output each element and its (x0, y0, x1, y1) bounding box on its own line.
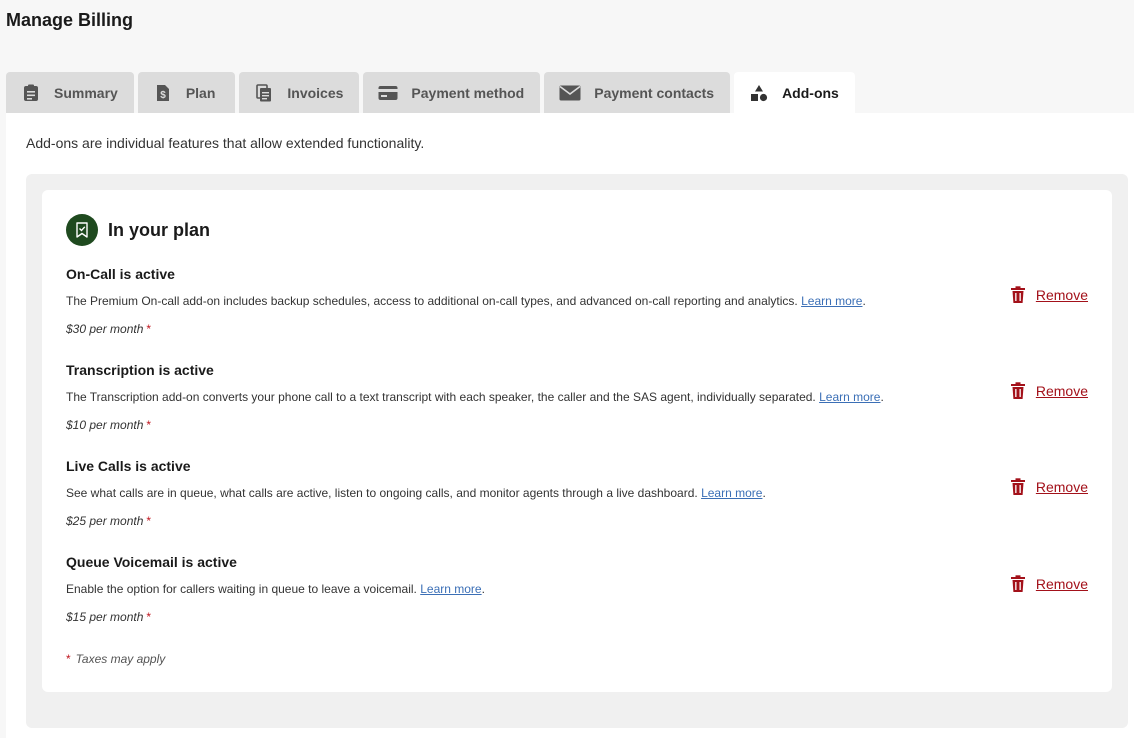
addon-price: $25 per month * (66, 514, 151, 528)
in-your-plan-card: In your plan On-Call is active The Premi… (42, 190, 1112, 692)
asterisk: * (146, 514, 152, 528)
price-text: $10 per month (66, 418, 144, 432)
addon-title: Queue Voicemail is active (66, 554, 237, 570)
tab-plan[interactable]: $ Plan (137, 72, 236, 113)
remove-button[interactable]: Remove (1010, 478, 1088, 496)
addon-price: $15 per month * (66, 610, 151, 624)
dollar-document-icon: $ (153, 83, 173, 103)
tax-note: * Taxes may apply (66, 652, 165, 666)
price-text: $25 per month (66, 514, 144, 528)
documents-icon (254, 83, 274, 103)
add-ons-container: In your plan On-Call is active The Premi… (26, 174, 1128, 728)
addon-description-text: The Transcription add-on converts your p… (66, 390, 816, 404)
intro-text: Add-ons are individual features that all… (26, 135, 425, 151)
billing-tabs: Summary $ Plan Invoices Payment method P… (6, 72, 859, 113)
trash-icon (1010, 286, 1026, 304)
tab-label: Payment method (411, 84, 525, 101)
addon-title: Live Calls is active (66, 458, 191, 474)
addon-description-text: Enable the option for callers waiting in… (66, 582, 417, 596)
tab-invoices[interactable]: Invoices (239, 72, 360, 113)
asterisk: * (146, 418, 152, 432)
learn-more-link[interactable]: Learn more (819, 390, 880, 404)
tax-note-text: Taxes may apply (75, 652, 166, 666)
envelope-icon (559, 83, 581, 103)
addon-description: The Transcription add-on converts your p… (66, 390, 884, 404)
price-text: $15 per month (66, 610, 144, 624)
learn-more-link[interactable]: Learn more (701, 486, 762, 500)
addon-description: Enable the option for callers waiting in… (66, 582, 485, 596)
price-text: $30 per month (66, 322, 144, 336)
remove-label: Remove (1035, 287, 1088, 303)
addon-price: $30 per month * (66, 322, 151, 336)
trash-icon (1010, 382, 1026, 400)
tab-summary[interactable]: Summary (6, 72, 134, 113)
learn-more-link[interactable]: Learn more (801, 294, 862, 308)
remove-button[interactable]: Remove (1010, 286, 1088, 304)
remove-button[interactable]: Remove (1010, 382, 1088, 400)
clipboard-list-icon (21, 83, 41, 103)
credit-card-icon (378, 83, 398, 103)
tab-label: Add-ons (782, 84, 839, 101)
addon-queue-voicemail: Queue Voicemail is active Enable the opt… (66, 554, 1088, 644)
svg-text:$: $ (160, 90, 166, 101)
addon-on-call: On-Call is active The Premium On-call ad… (66, 266, 1088, 356)
card-title: In your plan (108, 219, 211, 240)
trash-icon (1010, 478, 1026, 496)
addon-title: On-Call is active (66, 266, 175, 282)
addon-description-text: The Premium On-call add-on includes back… (66, 294, 798, 308)
remove-button[interactable]: Remove (1010, 575, 1088, 593)
page-title: Manage Billing (6, 10, 134, 30)
card-header: In your plan (66, 214, 210, 246)
remove-label: Remove (1035, 576, 1088, 592)
add-ons-panel: Add-ons are individual features that all… (6, 113, 1134, 738)
trash-icon (1010, 575, 1026, 593)
shapes-icon (749, 83, 769, 103)
tab-add-ons[interactable]: Add-ons (734, 72, 855, 113)
tab-label: Plan (185, 84, 216, 101)
asterisk: * (146, 322, 152, 336)
addon-title: Transcription is active (66, 362, 214, 378)
tab-label: Summary (54, 84, 118, 101)
asterisk: * (66, 652, 71, 666)
bookmark-check-icon (66, 214, 98, 246)
addon-transcription: Transcription is active The Transcriptio… (66, 362, 1088, 452)
addon-live-calls: Live Calls is active See what calls are … (66, 458, 1088, 548)
tab-payment-method[interactable]: Payment method (363, 72, 541, 113)
addon-description-text: See what calls are in queue, what calls … (66, 486, 698, 500)
addon-description: See what calls are in queue, what calls … (66, 486, 766, 500)
remove-label: Remove (1035, 383, 1088, 399)
learn-more-link[interactable]: Learn more (420, 582, 481, 596)
addon-description: The Premium On-call add-on includes back… (66, 294, 866, 308)
asterisk: * (146, 610, 152, 624)
tab-label: Invoices (287, 84, 344, 101)
remove-label: Remove (1035, 479, 1088, 495)
tab-payment-contacts[interactable]: Payment contacts (544, 72, 731, 113)
tab-label: Payment contacts (594, 84, 715, 101)
addon-price: $10 per month * (66, 418, 151, 432)
